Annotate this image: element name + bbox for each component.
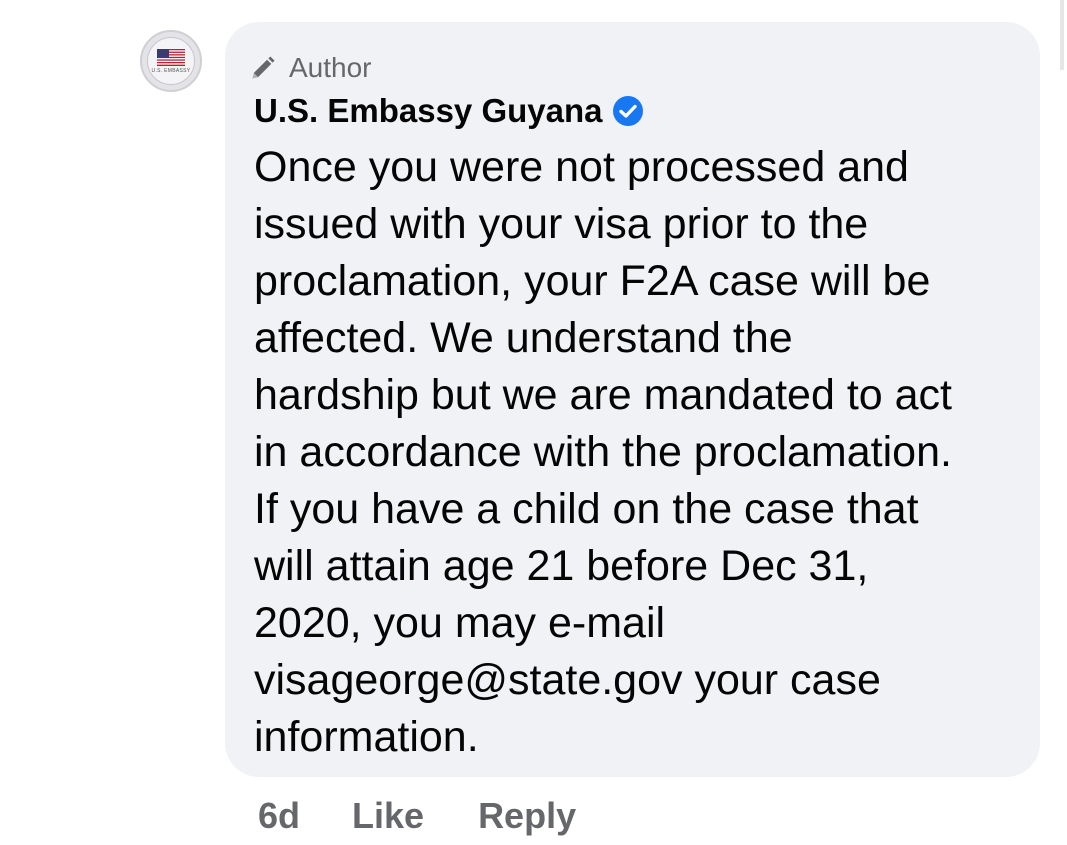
comment-body: Once you were not processed and issued w… xyxy=(254,143,952,761)
verified-badge-icon xyxy=(613,96,644,126)
avatar-seal: U.S. EMBASSY xyxy=(147,37,195,85)
pencil-icon xyxy=(252,56,275,79)
comment-actions: 6d Like Reply xyxy=(258,795,576,837)
reply-button[interactable]: Reply xyxy=(478,795,576,837)
avatar[interactable]: U.S. EMBASSY xyxy=(140,30,202,92)
edge-divider xyxy=(1060,0,1064,70)
timestamp-link[interactable]: 6d xyxy=(258,795,300,837)
us-flag-icon xyxy=(157,49,185,66)
like-button[interactable]: Like xyxy=(352,795,424,837)
author-badge: Author xyxy=(249,52,372,84)
author-name-link[interactable]: U.S. Embassy Guyana xyxy=(254,92,602,130)
author-name-row: U.S. Embassy Guyana xyxy=(254,92,644,130)
avatar-caption: U.S. EMBASSY xyxy=(151,68,191,74)
author-badge-label: Author xyxy=(289,52,372,83)
